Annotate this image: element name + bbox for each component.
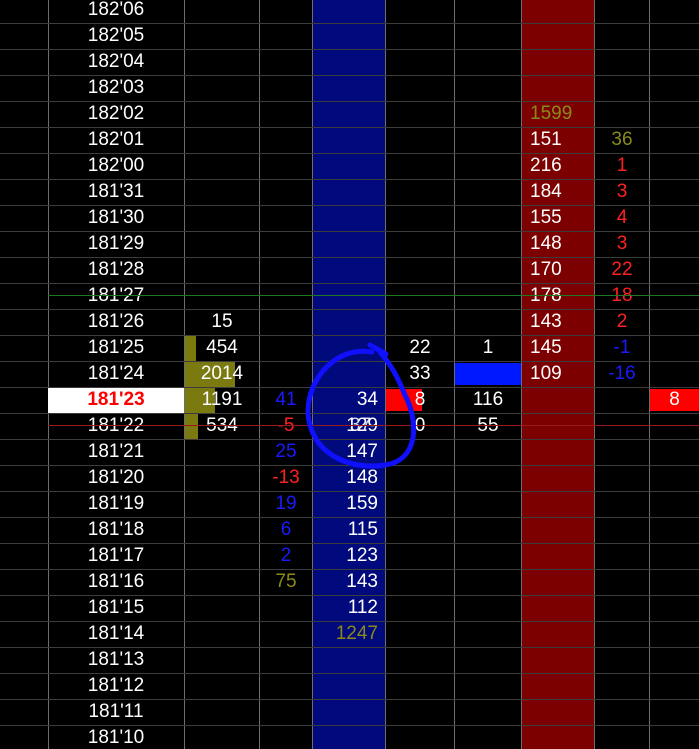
- annotation-stroke: [305, 342, 417, 469]
- hand-drawn-circle-annotation: [305, 342, 417, 469]
- price-ladder: 182'06 182'05 182'04 182'03 182'02 1599 182'01…: [0, 0, 699, 749]
